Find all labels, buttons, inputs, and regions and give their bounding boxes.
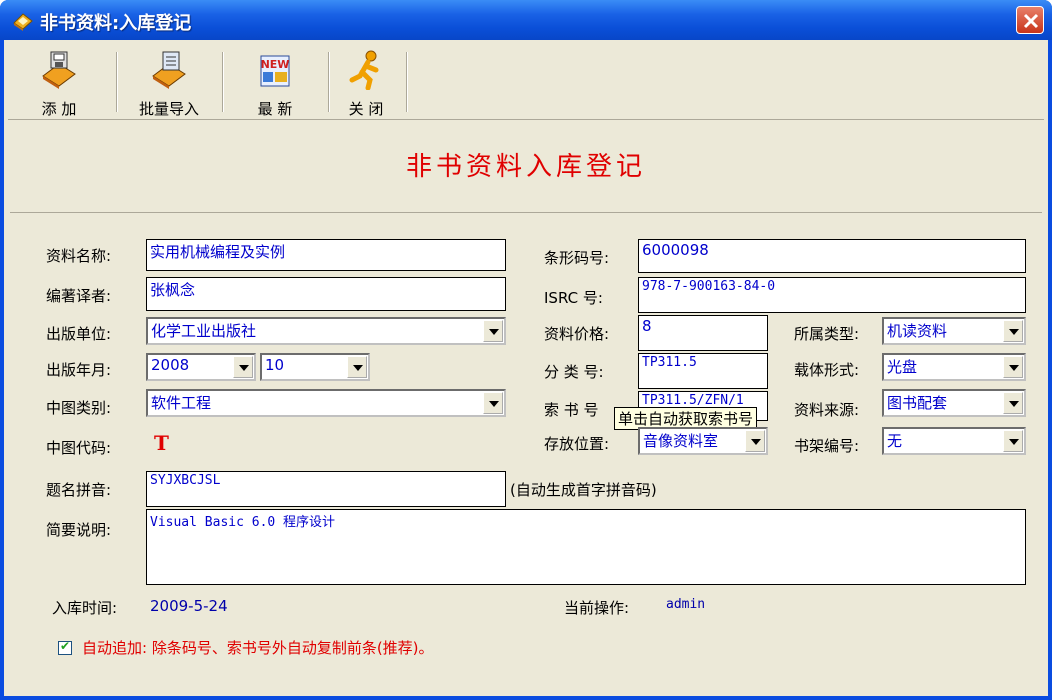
toolbar-separator xyxy=(222,52,224,112)
source-label: 资料来源: xyxy=(794,401,860,419)
type-value: 机读资料 xyxy=(887,322,948,340)
new-document-icon: NEW xyxy=(260,55,290,87)
zt-category-label: 中图类别: xyxy=(46,399,112,417)
add-button[interactable]: 添 加 xyxy=(14,48,104,118)
chevron-down-icon[interactable] xyxy=(1003,356,1023,378)
window-title: 非书资料:入库登记 xyxy=(40,13,192,34)
price-input[interactable]: 8 xyxy=(638,315,768,351)
chevron-down-icon[interactable] xyxy=(1003,392,1023,414)
pub-month-select[interactable]: 10 xyxy=(260,353,370,381)
carrier-select[interactable]: 光盘 xyxy=(882,353,1026,381)
chevron-down-icon[interactable] xyxy=(483,392,503,414)
class-no-input[interactable]: TP311.5 xyxy=(638,353,768,389)
isrc-label: ISRC 号: xyxy=(544,289,603,307)
shelf-value: 无 xyxy=(887,432,903,450)
shelf-select[interactable]: 无 xyxy=(882,427,1026,455)
publisher-select[interactable]: 化学工业出版社 xyxy=(146,317,506,345)
refresh-label: 最 新 xyxy=(257,100,293,118)
summary-textarea[interactable]: Visual Basic 6.0 程序设计 xyxy=(146,509,1026,585)
source-select[interactable]: 图书配套 xyxy=(882,389,1026,417)
name-label: 资料名称: xyxy=(46,247,112,265)
barcode-label: 条形码号: xyxy=(544,249,610,267)
pub-month-value: 10 xyxy=(265,356,285,374)
running-man-icon xyxy=(349,50,379,90)
close-label: 关 闭 xyxy=(348,100,384,118)
book-app-icon xyxy=(13,13,33,31)
class-no-label: 分 类 号: xyxy=(544,363,604,381)
auto-append-checkbox[interactable] xyxy=(58,639,72,655)
shelf-label: 书架编号: xyxy=(794,437,860,455)
author-input[interactable]: 张枫念 xyxy=(146,277,506,311)
pub-year-select[interactable]: 2008 xyxy=(146,353,256,381)
save-book-icon xyxy=(42,51,76,89)
location-select[interactable]: 音像资料室 xyxy=(638,427,768,455)
type-select[interactable]: 机读资料 xyxy=(882,317,1026,345)
page-title: 非书资料入库登记 xyxy=(405,152,646,182)
chevron-down-icon[interactable] xyxy=(1003,430,1023,452)
add-label: 添 加 xyxy=(41,100,77,118)
author-label: 编著译者: xyxy=(46,287,112,305)
publisher-value: 化学工业出版社 xyxy=(151,322,257,340)
location-label: 存放位置: xyxy=(544,435,610,453)
source-value: 图书配套 xyxy=(887,394,948,412)
location-value: 音像资料室 xyxy=(643,432,719,450)
batch-import-icon xyxy=(152,51,186,89)
operator-value: admin xyxy=(666,597,706,612)
barcode-input[interactable]: 6000098 xyxy=(638,239,1026,273)
title-bar: 非书资料:入库登记 xyxy=(0,0,1052,40)
refresh-button[interactable]: NEW 最 新 xyxy=(230,48,320,118)
operator-label: 当前操作: xyxy=(564,599,630,617)
zt-code-value: T xyxy=(154,431,169,455)
zt-category-select[interactable]: 软件工程 xyxy=(146,389,506,417)
pinyin-label: 题名拼音: xyxy=(46,481,112,499)
intime-label: 入库时间: xyxy=(52,599,118,617)
price-label: 资料价格: xyxy=(544,325,610,343)
close-window-button[interactable] xyxy=(1016,6,1044,34)
chevron-down-icon[interactable] xyxy=(483,320,503,342)
chevron-down-icon[interactable] xyxy=(233,356,253,378)
batch-import-label: 批量导入 xyxy=(138,100,199,118)
type-label: 所属类型: xyxy=(794,325,860,343)
call-no-label: 索 书 号 xyxy=(544,401,599,419)
pinyin-input[interactable]: SYJXBCJSL xyxy=(146,471,506,507)
carrier-value: 光盘 xyxy=(887,358,918,376)
zt-code-label: 中图代码: xyxy=(46,439,112,457)
close-icon xyxy=(1023,13,1039,29)
toolbar: 添 加 批量导入 NEW 最 新 关 闭 xyxy=(8,44,1044,120)
client-area: 添 加 批量导入 NEW 最 新 关 闭 非书资料入库登记 资料名称: 实用机械… xyxy=(4,40,1048,696)
toolbar-separator xyxy=(328,52,330,112)
toolbar-separator xyxy=(116,52,118,112)
publisher-label: 出版单位: xyxy=(46,325,112,343)
batch-import-button[interactable]: 批量导入 xyxy=(124,48,214,118)
intime-value: 2009-5-24 xyxy=(150,597,228,615)
pinyin-hint: (自动生成首字拼音码) xyxy=(510,481,657,499)
chevron-down-icon[interactable] xyxy=(347,356,367,378)
summary-label: 简要说明: xyxy=(46,521,112,539)
zt-category-value: 软件工程 xyxy=(151,394,212,412)
name-input[interactable]: 实用机械编程及实例 xyxy=(146,239,506,271)
chevron-down-icon[interactable] xyxy=(745,430,765,452)
chevron-down-icon[interactable] xyxy=(1003,320,1023,342)
carrier-label: 载体形式: xyxy=(794,361,860,379)
form-panel: 资料名称: 实用机械编程及实例 编著译者: 张枫念 出版单位: 化学工业出版社 … xyxy=(10,212,1042,690)
auto-append-label: 自动追加: 除条码号、索书号外自动复制前条(推荐)。 xyxy=(82,639,434,657)
pubdate-label: 出版年月: xyxy=(46,361,112,379)
close-button[interactable]: 关 闭 xyxy=(336,48,396,118)
pub-year-value: 2008 xyxy=(151,356,190,374)
isrc-input[interactable]: 978-7-900163-84-0 xyxy=(638,277,1026,313)
main-window: 非书资料:入库登记 添 加 批量导入 NEW 最 新 关 闭 非书资料入库登记 … xyxy=(0,0,1052,700)
svg-text:NEW: NEW xyxy=(261,58,290,71)
toolbar-separator xyxy=(406,52,408,112)
